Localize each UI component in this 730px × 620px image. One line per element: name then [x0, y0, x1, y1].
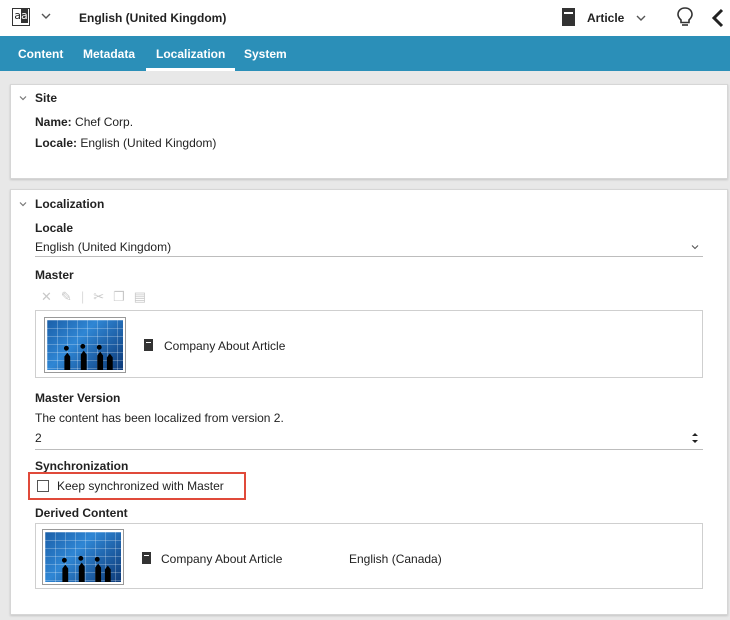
master-toolbar: ✕ ✎ | ✂ ❐ ▤ — [41, 290, 146, 304]
toolbar-divider: | — [80, 289, 85, 304]
language-title: English (United Kingdom) — [79, 11, 227, 25]
article-icon — [142, 552, 151, 564]
master-thumbnail — [44, 317, 126, 373]
tab-localization[interactable]: Localization — [145, 47, 236, 71]
site-name-row: Name: Chef Corp. — [35, 115, 133, 129]
lightbulb-icon[interactable] — [676, 6, 694, 28]
chevron-down-icon[interactable] — [40, 10, 52, 22]
tab-system[interactable]: System — [244, 47, 287, 61]
chevron-down-icon[interactable] — [691, 243, 699, 251]
number-stepper-icon[interactable] — [691, 431, 699, 445]
collapse-chevron-icon[interactable] — [18, 93, 28, 103]
site-locale-value: English (United Kingdom) — [80, 136, 217, 150]
article-type-icon — [562, 8, 575, 26]
master-version-label: Master Version — [35, 391, 121, 405]
back-arrow-icon[interactable] — [710, 7, 726, 29]
people-silhouette-icon — [61, 555, 111, 582]
site-panel: Site Name: Chef Corp. Locale: English (U… — [10, 84, 728, 179]
derived-content-label: Derived Content — [35, 506, 128, 520]
derived-content-box[interactable]: Company About Article English (Canada) — [35, 523, 703, 589]
derived-item-locale: English (Canada) — [349, 552, 442, 566]
tab-bar: Content Metadata Localization System — [0, 36, 730, 71]
derived-item-title[interactable]: Company About Article — [161, 552, 282, 566]
edit-icon[interactable]: ✎ — [61, 290, 72, 304]
copy-icon[interactable]: ❐ — [113, 290, 125, 304]
master-version-underline — [35, 449, 703, 450]
site-locale-row: Locale: English (United Kingdom) — [35, 136, 216, 150]
sync-highlight-box: Keep synchronized with Master — [28, 472, 246, 500]
master-item-title[interactable]: Company About Article — [164, 339, 285, 353]
collapse-chevron-icon[interactable] — [18, 199, 28, 209]
master-version-note: The content has been localized from vers… — [35, 411, 284, 425]
localization-panel-title: Localization — [35, 197, 105, 211]
sync-checkbox-label[interactable]: Keep synchronized with Master — [57, 479, 224, 493]
site-panel-title: Site — [35, 91, 58, 105]
sync-checkbox[interactable] — [37, 480, 49, 492]
app-logo-icon[interactable]: aa — [12, 8, 30, 26]
localization-panel: Localization Locale English (United King… — [10, 189, 728, 615]
top-bar: aa English (United Kingdom) Article — [0, 0, 730, 36]
people-silhouette-icon — [63, 343, 113, 370]
paste-icon[interactable]: ▤ — [134, 290, 146, 304]
site-name-label: Name: — [35, 115, 72, 129]
master-label: Master — [35, 268, 74, 282]
cut-icon[interactable]: ✂ — [93, 290, 104, 304]
master-version-input[interactable]: 2 — [35, 431, 42, 445]
locale-underline — [35, 256, 703, 257]
locale-select[interactable]: English (United Kingdom) — [35, 240, 171, 254]
master-link-box[interactable]: Company About Article — [35, 310, 703, 378]
chevron-down-icon[interactable] — [635, 12, 647, 24]
tab-content[interactable]: Content — [18, 47, 63, 61]
synchronization-label: Synchronization — [35, 459, 129, 473]
tab-metadata[interactable]: Metadata — [83, 47, 135, 61]
locale-label: Locale — [35, 221, 74, 235]
content-type-label[interactable]: Article — [587, 11, 624, 25]
site-locale-label: Locale: — [35, 136, 78, 150]
remove-icon[interactable]: ✕ — [41, 290, 52, 304]
site-name-value: Chef Corp. — [75, 115, 134, 129]
derived-thumbnail — [42, 529, 124, 585]
article-icon — [144, 339, 153, 351]
